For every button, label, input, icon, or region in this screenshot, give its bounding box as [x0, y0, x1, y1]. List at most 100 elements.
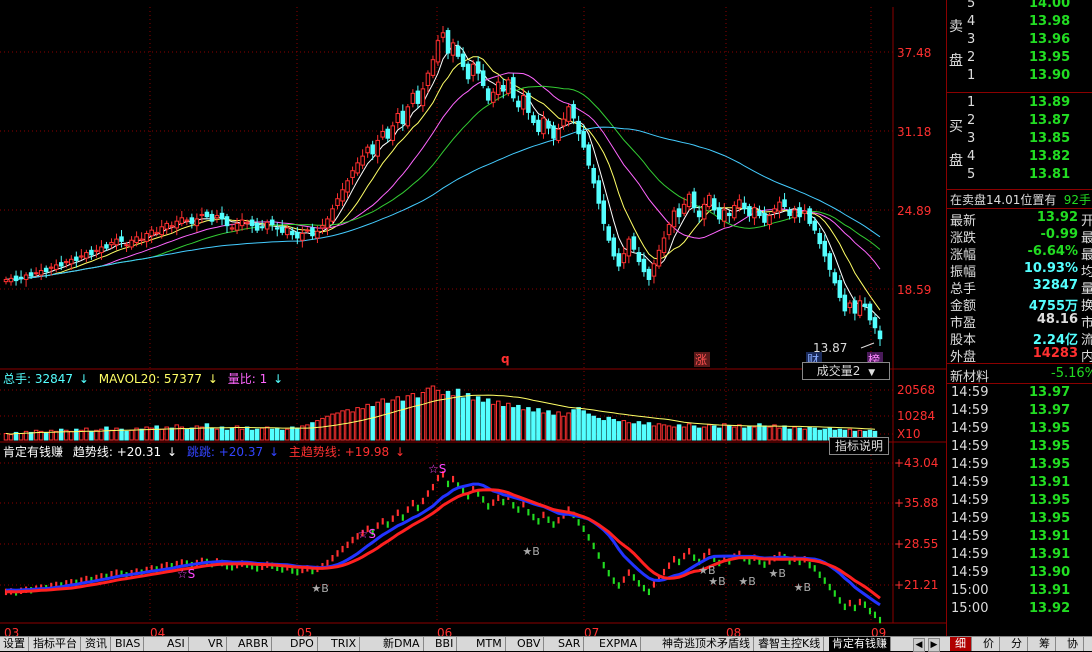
- signal-sell-star: ☆S: [358, 527, 376, 541]
- sell-level-row[interactable]: 5 14.00: [947, 0, 1092, 13]
- volume-bar: [521, 409, 526, 441]
- volume-bar: [28, 431, 34, 441]
- buy-level-row[interactable]: 5 13.81: [947, 166, 1092, 184]
- indicator-tab-13[interactable]: SAR: [555, 637, 585, 651]
- sector-row[interactable]: 新材料 -5.16%: [947, 366, 1092, 385]
- buy-level-row[interactable]: 4 13.82: [947, 148, 1092, 166]
- indicator-tab-0[interactable]: 设置: [0, 637, 29, 651]
- quote-tab-2[interactable]: 分: [1006, 637, 1028, 651]
- indicator-tab-11[interactable]: MTM: [473, 637, 506, 651]
- volume-bar: [546, 410, 551, 441]
- tick-row: 14:59 13.91: [947, 546, 1092, 564]
- candle-body: [706, 194, 712, 208]
- volume-bar: [450, 395, 456, 441]
- volume-bar: [84, 427, 89, 441]
- indicator-tab-8[interactable]: TRIX: [328, 637, 361, 651]
- candle-body: [360, 155, 365, 166]
- marker-zhang[interactable]: 涨: [695, 352, 707, 367]
- volume-indicator-select[interactable]: 成交量2 ▼: [802, 362, 890, 380]
- sell-level: 1: [967, 68, 976, 83]
- candle-body: [556, 128, 561, 141]
- volume-bar: [355, 407, 360, 441]
- volume-bar: [601, 420, 606, 441]
- volume-bar: [395, 396, 401, 441]
- stat-row: 外盘14283内盘: [947, 346, 1092, 365]
- volume-bar: [737, 424, 742, 441]
- candle-body: [772, 208, 777, 213]
- volume-bar: [3, 433, 9, 441]
- main-trend-value: +19.98: [345, 445, 389, 459]
- indicator-tab-3[interactable]: BIAS: [112, 637, 145, 651]
- indicator-tab-4[interactable]: ASI: [164, 637, 189, 651]
- order-notice-text: 在卖盘14.01位置有: [950, 193, 1057, 207]
- volume-bar: [43, 431, 49, 441]
- tick-time: 14:59: [951, 565, 989, 580]
- candle-body: [48, 266, 54, 269]
- kline-chart-area[interactable]: ☆S☆S☆S★B★B★B★B ★B★B★B 37.48 31.18 24.89 1…: [0, 0, 946, 650]
- volume-bar: [169, 427, 175, 441]
- volume-bar: [701, 426, 707, 441]
- volume-bar: [440, 394, 446, 441]
- indicator-tab-12[interactable]: OBV: [514, 637, 545, 651]
- candle-body: [219, 212, 225, 220]
- volume-bar: [345, 409, 350, 441]
- indicator-tab-6[interactable]: ARBR: [235, 637, 273, 651]
- sell-level-row[interactable]: 1 13.90: [947, 67, 1092, 85]
- indicator-tab-14[interactable]: EXPMA: [596, 637, 642, 651]
- volume-bar: [586, 413, 591, 441]
- candle-body: [561, 118, 566, 127]
- volume-bar: [787, 428, 792, 441]
- indicator-tab-16[interactable]: 睿智主控K线: [755, 637, 825, 651]
- sell-level-row[interactable]: 2 13.95: [947, 49, 1092, 67]
- indicator-tab-9[interactable]: 新DMA: [380, 637, 424, 651]
- sell-level-row[interactable]: 4 13.98: [947, 13, 1092, 31]
- indicator-tab-17[interactable]: 肯定有钱赚: [829, 637, 891, 651]
- volume-bar: [631, 423, 637, 441]
- volume-bar: [285, 428, 290, 441]
- indicator-axis-1: +43.04: [894, 456, 938, 470]
- candle-body: [616, 253, 622, 267]
- quote-tab-1[interactable]: 价: [978, 637, 1000, 651]
- tick-row: 14:59 13.91: [947, 474, 1092, 492]
- quote-tab-0[interactable]: 细: [950, 637, 972, 651]
- volume-bar: [571, 409, 576, 441]
- candle-body: [194, 218, 200, 227]
- sell-level-row[interactable]: 3 13.96: [947, 31, 1092, 49]
- quote-tab-4[interactable]: 协: [1062, 637, 1084, 651]
- volume-bar: [621, 420, 627, 441]
- indicator-tab-10[interactable]: BBI: [432, 637, 458, 651]
- volume-bar: [340, 410, 345, 441]
- candle-body: [722, 209, 727, 222]
- stat-row: 最新13.92开盘: [947, 210, 1092, 229]
- indicator-help-button[interactable]: 指标说明: [829, 437, 889, 455]
- volume-bar: [656, 423, 662, 441]
- candle-body: [290, 230, 295, 236]
- tick-price: 13.91: [1029, 529, 1071, 544]
- indicator-tab-15[interactable]: 神奇逃顶术矛盾线: [659, 637, 754, 651]
- buy-level-row[interactable]: 2 13.87: [947, 112, 1092, 130]
- buy-level-row[interactable]: 1 13.89: [947, 94, 1092, 112]
- marker-q[interactable]: q: [501, 352, 510, 366]
- indicator-tab-2[interactable]: 资讯: [82, 637, 111, 651]
- buy-level-row[interactable]: 3 13.85: [947, 130, 1092, 148]
- candle-body: [94, 249, 99, 252]
- indicator-tab-7[interactable]: DPO: [287, 637, 318, 651]
- candle-body: [711, 198, 717, 211]
- candle-body: [375, 139, 380, 157]
- volume-bar: [566, 412, 571, 441]
- candle-body: [28, 272, 34, 277]
- indicator-axis-2: +35.88: [894, 496, 938, 510]
- signal-sell-star: ☆S: [177, 567, 195, 581]
- volume-bar: [480, 401, 486, 441]
- volume-bar: [380, 398, 385, 441]
- tick-row: 14:59 13.97: [947, 402, 1092, 420]
- buy-price: 13.85: [1029, 131, 1071, 146]
- quote-tab-3[interactable]: 筹: [1034, 637, 1056, 651]
- candle-body: [651, 263, 657, 277]
- candle-body: [305, 229, 310, 232]
- buy-price: 13.81: [1029, 167, 1071, 182]
- tick-price: 13.92: [1029, 601, 1071, 616]
- indicator-tab-1[interactable]: 指标平台: [30, 637, 81, 651]
- indicator-tab-5[interactable]: VR: [205, 637, 228, 651]
- candle-body: [69, 258, 74, 265]
